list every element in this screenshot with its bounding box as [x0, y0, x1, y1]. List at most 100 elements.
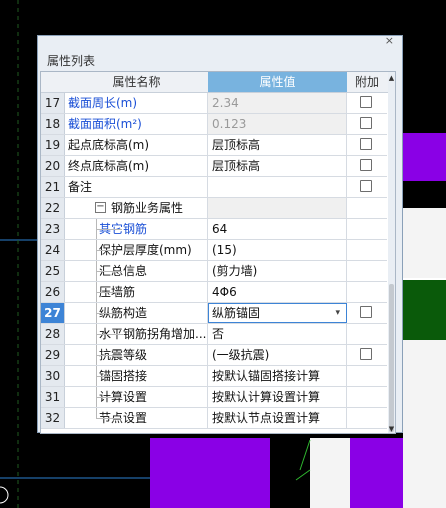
property-value-text: (剪力墙) — [212, 264, 258, 278]
vertical-scrollbar[interactable]: ▲ ▼ — [388, 72, 395, 433]
property-value[interactable]: (剪力墙) — [208, 261, 347, 281]
property-value-text: (一级抗震) — [212, 348, 270, 362]
scroll-up-icon[interactable]: ▲ — [388, 74, 395, 82]
property-row[interactable]: 26 压墙筋 4Φ6 — [41, 282, 387, 303]
property-name: 截面周长(m) — [65, 93, 208, 113]
attach-checkbox[interactable] — [360, 138, 372, 150]
attach-checkbox[interactable] — [360, 117, 372, 129]
row-number[interactable]: 28 — [41, 324, 65, 344]
attach-cell — [347, 303, 387, 323]
property-row[interactable]: 21 备注 — [41, 177, 387, 198]
tree-branch — [96, 376, 122, 377]
row-number[interactable]: 26 — [41, 282, 65, 302]
attach-cell — [347, 240, 387, 260]
tree-branch — [96, 418, 122, 419]
row-number[interactable]: 29 — [41, 345, 65, 365]
collapse-icon[interactable]: − — [95, 202, 106, 213]
attach-checkbox[interactable] — [360, 180, 372, 192]
tree-branch — [96, 397, 122, 398]
property-name: 抗震等级 — [65, 345, 208, 365]
tree-branch — [96, 355, 122, 356]
column-header-name[interactable]: 属性名称 — [65, 72, 208, 92]
property-row[interactable]: 20 终点底标高(m) 层顶标高 — [41, 156, 387, 177]
property-row[interactable]: 27 纵筋构造 纵筋锚固 ▾ — [41, 303, 387, 324]
property-value[interactable] — [208, 198, 347, 218]
property-value[interactable]: 按默认节点设置计算 — [208, 408, 347, 428]
property-row[interactable]: 17 截面周长(m) 2.34 — [41, 93, 387, 114]
attach-checkbox[interactable] — [360, 96, 372, 108]
property-value[interactable]: 按默认计算设置计算 — [208, 387, 347, 407]
property-row[interactable]: 31 计算设置 按默认计算设置计算 — [41, 387, 387, 408]
row-number[interactable]: 27 — [41, 303, 65, 323]
property-row[interactable]: 18 截面面积(m²) 0.123 — [41, 114, 387, 135]
property-value[interactable]: 4Φ6 — [208, 282, 347, 302]
row-number[interactable]: 21 — [41, 177, 65, 197]
close-icon[interactable]: × — [385, 34, 394, 47]
scroll-down-icon[interactable]: ▼ — [388, 425, 395, 433]
attach-checkbox[interactable] — [360, 159, 372, 171]
row-number[interactable]: 22 — [41, 198, 65, 218]
property-value[interactable]: (15) — [208, 240, 347, 260]
row-number[interactable]: 18 — [41, 114, 65, 134]
property-name: 终点底标高(m) — [65, 156, 208, 176]
tree-branch — [96, 229, 122, 230]
row-number[interactable]: 17 — [41, 93, 65, 113]
column-header-attach[interactable]: 附加 — [347, 72, 387, 92]
property-value[interactable]: 2.34 — [208, 93, 347, 113]
property-row[interactable]: 22 − 钢筋业务属性 — [41, 198, 387, 219]
property-value[interactable]: 64 — [208, 219, 347, 239]
property-row[interactable]: 32 节点设置 按默认节点设置计算 — [41, 408, 387, 429]
attach-cell — [347, 324, 387, 344]
row-number[interactable]: 23 — [41, 219, 65, 239]
attach-cell — [347, 366, 387, 386]
property-value-text: 层顶标高 — [212, 159, 261, 173]
property-name-label: 备注 — [68, 180, 93, 194]
scroll-thumb[interactable] — [389, 284, 394, 432]
property-row[interactable]: 23 其它钢筋 64 — [41, 219, 387, 240]
property-value[interactable]: 0.123 — [208, 114, 347, 134]
property-name: 汇总信息 — [65, 261, 208, 281]
property-value[interactable]: 层顶标高 — [208, 156, 347, 176]
property-name: 节点设置 — [65, 408, 208, 428]
property-row[interactable]: 19 起点底标高(m) 层顶标高 — [41, 135, 387, 156]
property-name: 其它钢筋 — [65, 219, 208, 239]
property-value[interactable]: 否 — [208, 324, 347, 344]
property-value-dropdown[interactable]: 纵筋锚固 ▾ — [208, 303, 347, 323]
property-name-label: 截面面积(m²) — [68, 117, 142, 131]
row-number[interactable]: 31 — [41, 387, 65, 407]
property-row[interactable]: 29 抗震等级 (一级抗震) — [41, 345, 387, 366]
row-number[interactable]: 25 — [41, 261, 65, 281]
property-value-text: 否 — [212, 327, 225, 341]
property-value-text: 按默认节点设置计算 — [212, 411, 321, 425]
attach-cell — [347, 156, 387, 176]
property-value-text: (15) — [212, 243, 237, 257]
row-number[interactable]: 30 — [41, 366, 65, 386]
property-name-label: 钢筋业务属性 — [111, 201, 184, 215]
attach-cell — [347, 387, 387, 407]
row-number[interactable]: 32 — [41, 408, 65, 428]
property-row[interactable]: 28 水平钢筋拐角增加... 否 — [41, 324, 387, 345]
attach-checkbox[interactable] — [360, 306, 372, 318]
attach-cell — [347, 282, 387, 302]
panel-titlebar[interactable]: × — [38, 34, 402, 49]
grid-header: 属性名称 属性值 附加 — [41, 72, 395, 93]
property-value-text: 4Φ6 — [212, 285, 237, 299]
property-value[interactable]: (一级抗震) — [208, 345, 347, 365]
column-header-value[interactable]: 属性值 — [208, 72, 347, 92]
property-value[interactable]: 层顶标高 — [208, 135, 347, 155]
property-row[interactable]: 30 锚固搭接 按默认锚固搭接计算 — [41, 366, 387, 387]
property-row[interactable]: 25 汇总信息 (剪力墙) — [41, 261, 387, 282]
tree-branch — [96, 292, 122, 293]
property-name: 水平钢筋拐角增加... — [65, 324, 208, 344]
row-number[interactable]: 20 — [41, 156, 65, 176]
attach-checkbox[interactable] — [360, 348, 372, 360]
row-number[interactable]: 19 — [41, 135, 65, 155]
property-name: 截面面积(m²) — [65, 114, 208, 134]
property-value[interactable] — [208, 177, 347, 197]
property-value[interactable]: 按默认锚固搭接计算 — [208, 366, 347, 386]
attach-cell — [347, 177, 387, 197]
property-row[interactable]: 24 保护层厚度(mm) (15) — [41, 240, 387, 261]
chevron-down-icon[interactable]: ▾ — [335, 303, 340, 323]
row-number[interactable]: 24 — [41, 240, 65, 260]
tree-branch — [96, 250, 122, 251]
